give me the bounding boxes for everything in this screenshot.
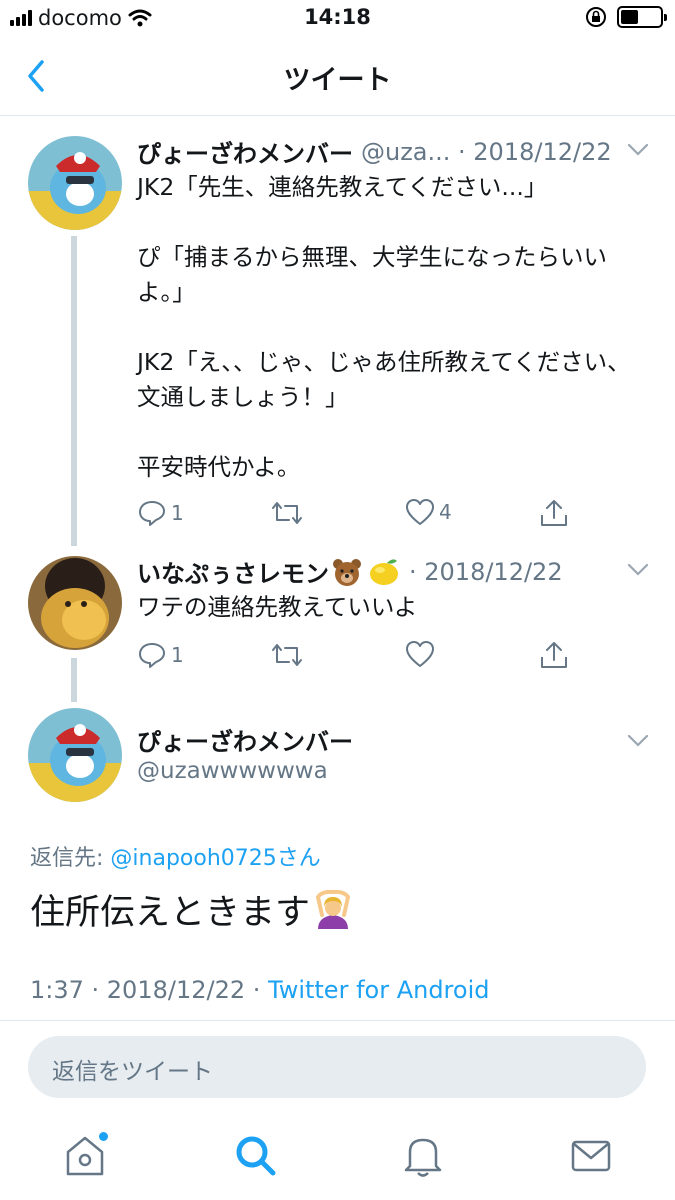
messages-icon — [571, 1140, 611, 1172]
page-title: ツイート — [283, 65, 392, 96]
tab-home[interactable] — [60, 1130, 110, 1180]
reply-icon — [139, 643, 165, 668]
reply-placeholder: 返信をツイート — [52, 1059, 213, 1085]
like-button[interactable]: 4 — [405, 498, 452, 526]
tab-notifications[interactable] — [398, 1130, 448, 1180]
chevron-down-icon[interactable] — [627, 143, 649, 157]
avatar[interactable] — [28, 708, 122, 802]
tab-messages[interactable] — [566, 1130, 616, 1180]
like-count: 4 — [439, 500, 452, 524]
reply-to-line: 返信先: @inapooh0725さん — [30, 840, 321, 872]
tweet-actions: 1 — [137, 640, 577, 676]
avatar-image — [28, 136, 122, 230]
share-icon — [541, 500, 567, 526]
tweet-text: JK2「先生、連絡先教えてください...」 ぴ「捕まるから無理、大学生になったら… — [137, 173, 631, 481]
avatar[interactable] — [28, 556, 122, 650]
heart-icon — [406, 499, 434, 525]
thread-connector — [71, 236, 77, 546]
heart-icon — [406, 641, 434, 667]
divider — [0, 1020, 675, 1021]
focused-tweet-text-row: 住所伝えときます — [30, 884, 354, 935]
tweet-meta: · 2018/12/22 — [409, 557, 563, 586]
status-right — [585, 6, 667, 28]
person-gesturing-ok-emoji — [315, 889, 351, 929]
avatar[interactable] — [28, 136, 122, 230]
status-bar: docomo 14:18 — [0, 0, 675, 38]
new-content-dot — [99, 1132, 108, 1141]
nav-header: ツイート — [0, 38, 675, 116]
tweet-text: ワテの連絡先教えていいよ — [137, 593, 418, 621]
focused-tweet-text: 住所伝えときます — [30, 893, 311, 933]
chevron-down-icon[interactable] — [627, 734, 649, 748]
tweet-header: ぴょーざわメンバー @uza... · 2018/12/22 — [137, 134, 655, 169]
avatar-image — [28, 556, 122, 650]
share-button[interactable] — [539, 498, 569, 528]
lemon-emoji — [370, 558, 398, 585]
author-name[interactable]: いなぷぅさレモン — [137, 554, 329, 589]
reply-to-label: 返信先: — [30, 846, 104, 871]
notifications-icon — [404, 1138, 442, 1177]
thread-connector — [71, 658, 77, 702]
share-button[interactable] — [539, 640, 569, 670]
like-button[interactable] — [405, 640, 435, 668]
search-icon — [236, 1136, 276, 1176]
reply-button[interactable]: 1 — [137, 640, 184, 670]
battery-icon — [617, 6, 667, 28]
tweet-actions: 1 4 — [137, 498, 577, 534]
tweet-source-link[interactable]: Twitter for Android — [268, 976, 489, 1004]
reply-input[interactable]: 返信をツイート — [28, 1036, 646, 1098]
tab-bar — [0, 1110, 675, 1200]
reply-count: 1 — [171, 501, 184, 525]
avatar-image — [28, 708, 122, 802]
orientation-lock-icon — [586, 7, 606, 27]
reply-icon — [139, 501, 165, 526]
bear-emoji — [333, 558, 361, 586]
retweet-icon — [272, 644, 302, 666]
reply-button[interactable]: 1 — [137, 498, 184, 528]
author-handle[interactable]: @uzawwwwwwa — [137, 758, 328, 784]
share-icon — [541, 642, 567, 668]
clock: 14:18 — [304, 5, 371, 29]
author-name[interactable]: ぴょーざわメンバー — [137, 134, 353, 169]
tweet-timestamp-line: 1:37 · 2018/12/22 · Twitter for Android — [30, 976, 489, 1004]
tweet-meta: @uza... · 2018/12/22 — [361, 137, 612, 166]
retweet-button[interactable] — [270, 498, 304, 528]
tweet-header: いなぷぅさレモン · 2018/12/22 — [137, 554, 655, 589]
chevron-down-icon[interactable] — [627, 563, 649, 577]
reply-to-user-link[interactable]: @inapooh0725さん — [110, 846, 320, 871]
reply-count: 1 — [171, 643, 184, 667]
retweet-icon — [272, 502, 302, 524]
retweet-button[interactable] — [270, 640, 304, 670]
tweet-timestamp: 1:37 · 2018/12/22 · — [30, 976, 268, 1004]
tab-search[interactable] — [230, 1130, 280, 1180]
author-name[interactable]: ぴょーざわメンバー — [137, 722, 353, 757]
